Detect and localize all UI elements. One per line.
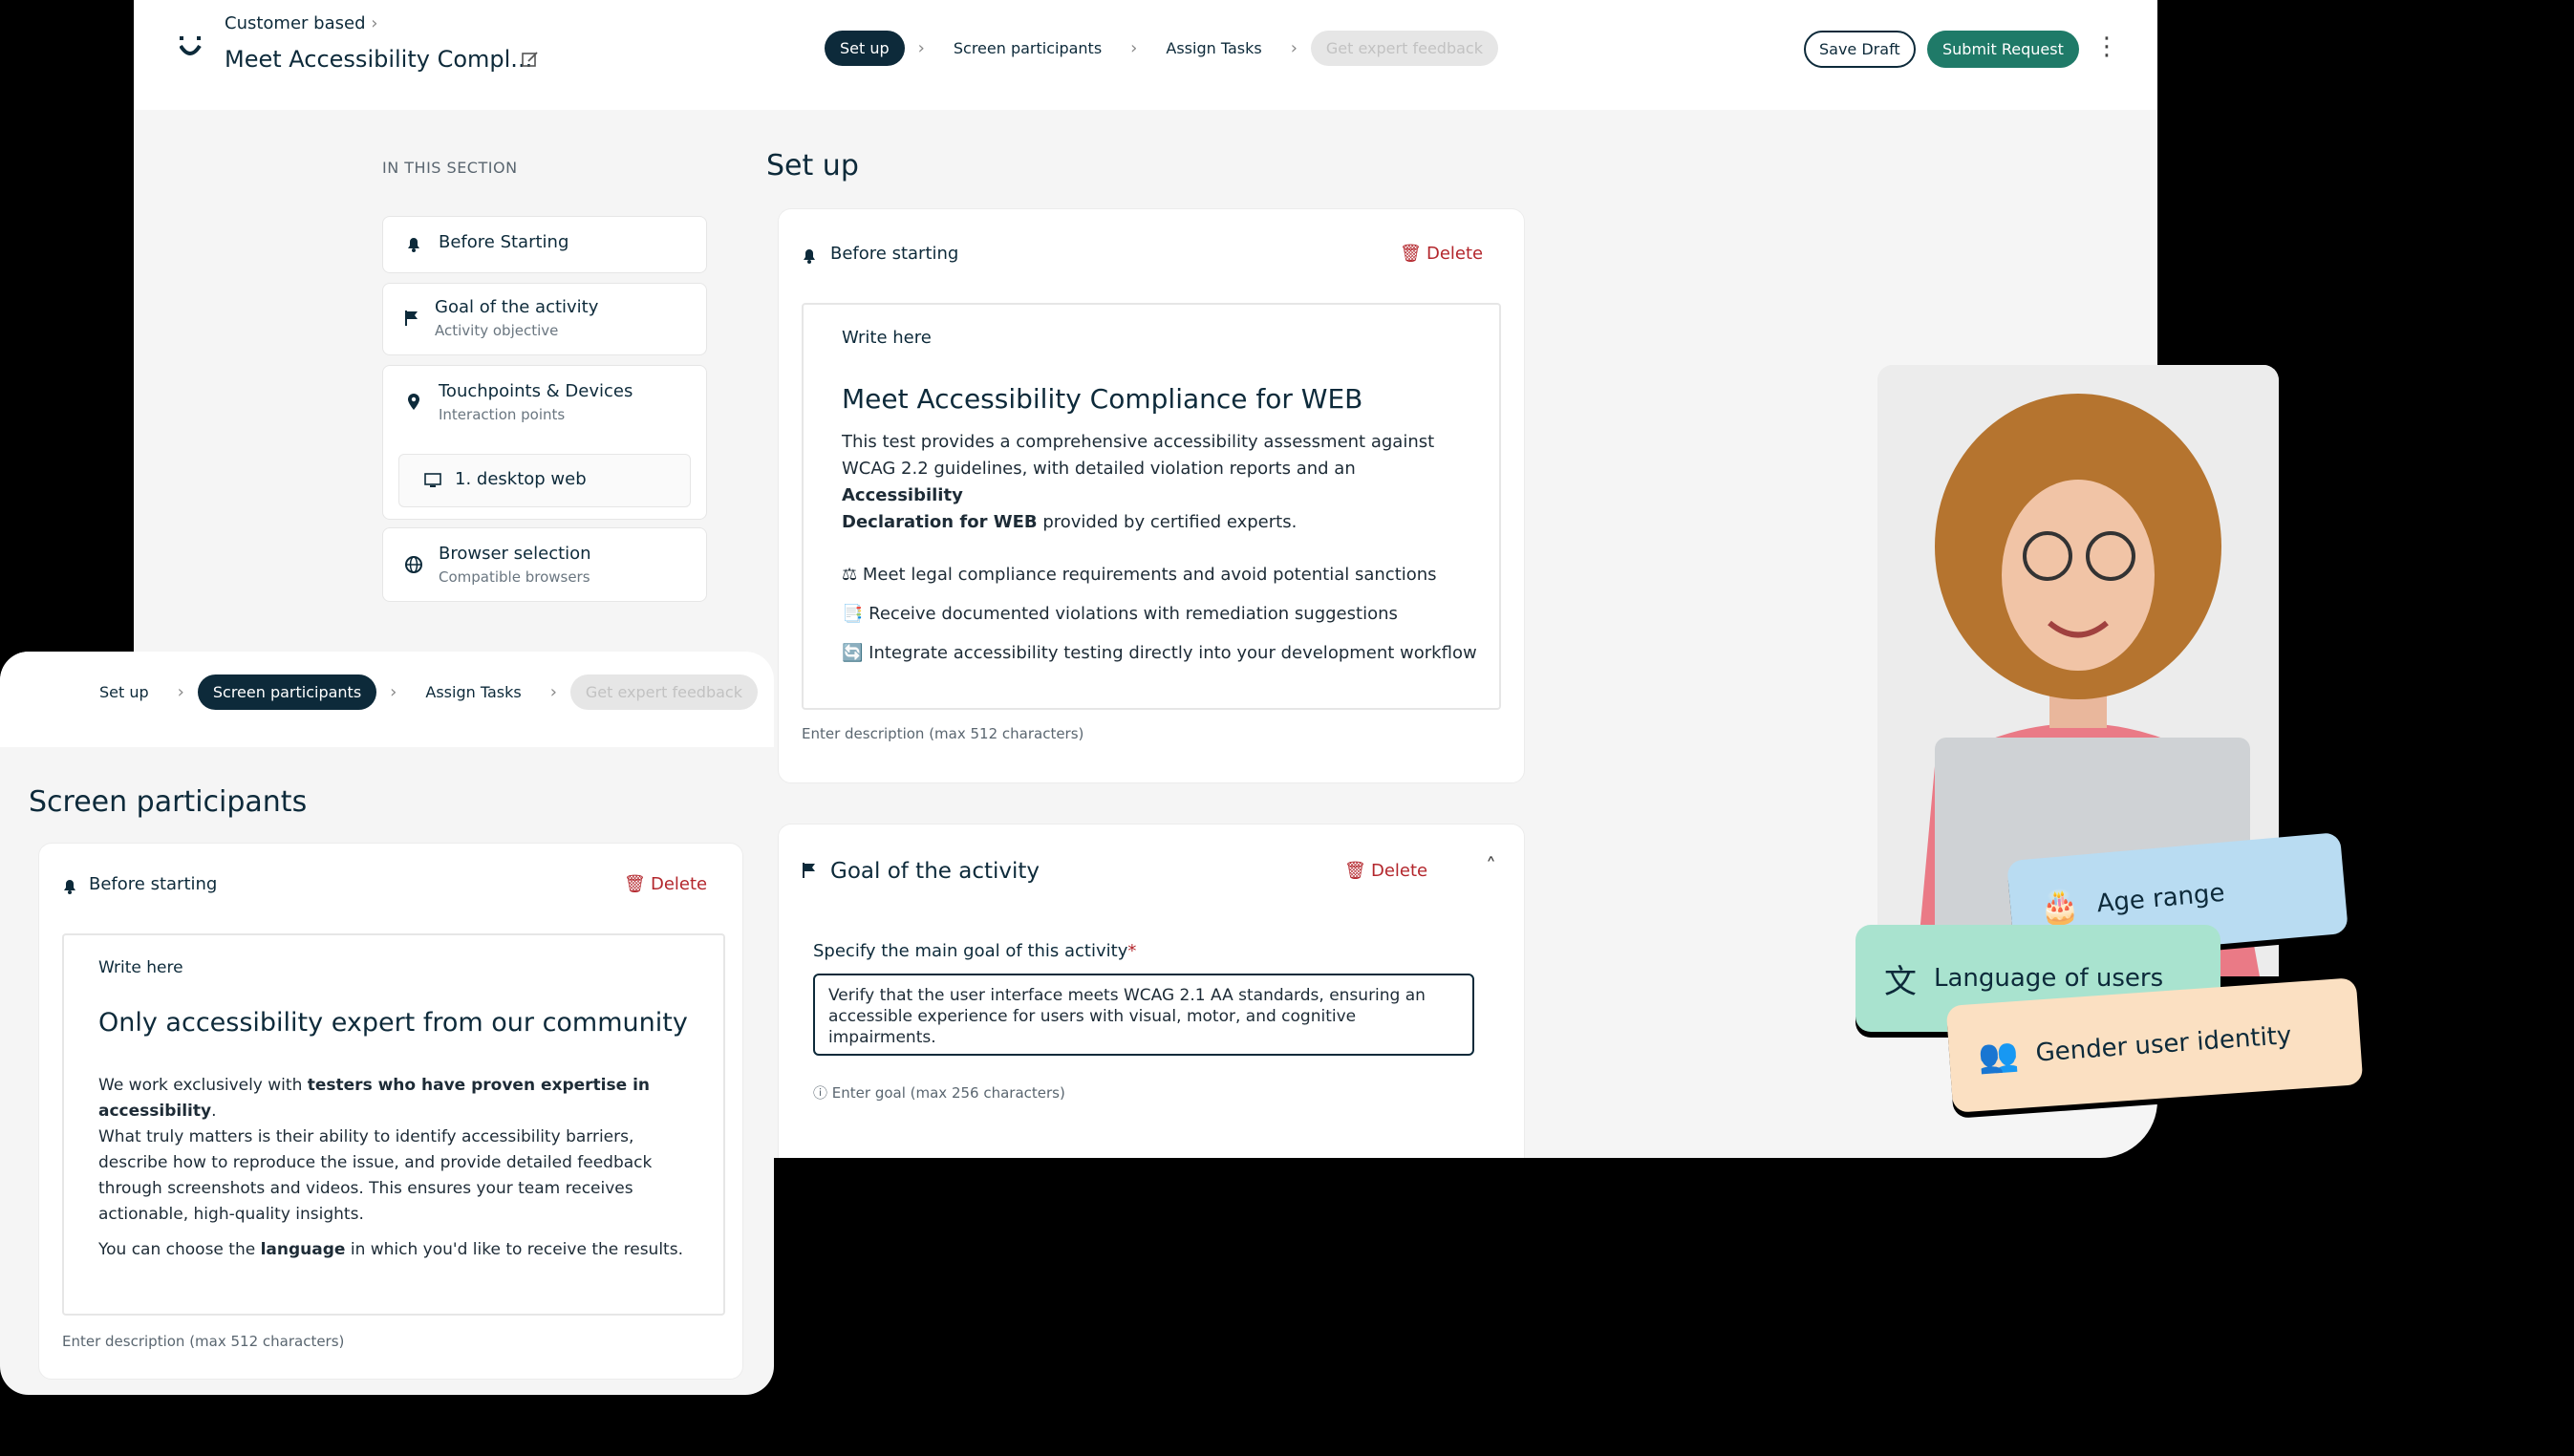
translate-icon: 文 [1884, 962, 1917, 1001]
nav-item-before-starting[interactable]: Before Starting [382, 216, 707, 273]
edit-icon[interactable] [521, 50, 540, 69]
section-heading: Screen participants [29, 785, 308, 819]
list-item: ⚖ Meet legal compliance requirements and… [842, 565, 1437, 585]
bell-icon [408, 238, 419, 252]
nav-subitem-desktop-web[interactable]: 1. desktop web [398, 454, 691, 507]
delete-button[interactable]: 🗑 Delete [1344, 861, 1427, 881]
bell-icon [804, 249, 815, 264]
flag-icon [405, 310, 418, 326]
page-title: Meet Accessibility Compl... [225, 46, 533, 73]
goal-textarea[interactable]: Verify that the user interface meets WCA… [813, 974, 1474, 1056]
goal-card: Goal of the activity 🗑 Delete ˄ Specify … [778, 824, 1525, 1158]
section-heading: Set up [766, 149, 859, 182]
memo-icon: 📑 [842, 604, 864, 624]
people-icon: 👥 [1977, 1035, 2021, 1077]
step-set-up[interactable]: Set up [84, 674, 164, 710]
more-options-icon[interactable]: ⋮ [2094, 32, 2119, 61]
breadcrumb[interactable]: Customer based › [225, 13, 377, 33]
trash-icon: 🗑 [1344, 861, 1366, 881]
globe-icon [405, 556, 422, 573]
section-nav-title: IN THIS SECTION [382, 159, 518, 177]
delete-button[interactable]: 🗑 Delete [1400, 244, 1483, 264]
refresh-icon: 🔄 [842, 643, 864, 663]
scale-icon: ⚖ [842, 565, 858, 585]
chevron-right-icon: › [177, 682, 184, 702]
editor-paragraph: We work exclusively with testers who hav… [98, 1076, 683, 1259]
rich-text-editor[interactable]: Write here Only accessibility expert fro… [62, 933, 725, 1316]
top-bar: Customer based › Meet Accessibility Comp… [134, 0, 2157, 110]
editor-paragraph: This test provides a comprehensive acces… [842, 432, 1435, 532]
description-hint: Enter description (max 512 characters) [62, 1333, 345, 1350]
chevron-right-icon: › [549, 682, 557, 702]
step-screen-participants[interactable]: Screen participants [197, 674, 377, 710]
delete-button[interactable]: 🗑 Delete [624, 874, 707, 894]
card-label: Goal of the activity [830, 859, 1040, 884]
editor-title: Meet Accessibility Compliance for WEB [842, 383, 1363, 415]
trash-icon: 🗑 [624, 874, 646, 894]
card-label: Before starting [830, 244, 959, 264]
chevron-right-icon: › [1290, 38, 1298, 58]
info-icon: ⓘ [813, 1084, 828, 1102]
overlay-stepper: Set up › Screen participants › Assign Ta… [84, 674, 758, 710]
chevron-up-icon[interactable]: ˄ [1486, 855, 1496, 879]
stepper: Set up › Screen participants › Assign Ta… [825, 31, 1498, 66]
goal-hint: ⓘ Enter goal (max 256 characters) [813, 1084, 1065, 1102]
chevron-right-icon: › [390, 682, 397, 702]
step-set-up[interactable]: Set up [825, 31, 905, 66]
nav-item-goal[interactable]: Goal of the activity Activity objective [382, 283, 707, 355]
nav-item-touchpoints[interactable]: Touchpoints & Devices Interaction points… [382, 365, 707, 520]
step-assign-tasks[interactable]: Assign Tasks [410, 674, 536, 710]
editor-bullets: ⚖ Meet legal compliance requirements and… [842, 555, 1491, 673]
bell-icon [64, 880, 75, 894]
rich-text-editor[interactable]: Write here Meet Accessibility Compliance… [802, 303, 1501, 710]
nav-item-browser-selection[interactable]: Browser selection Compatible browsers [382, 527, 707, 602]
chevron-right-icon: › [917, 38, 925, 58]
list-item: 📑 Receive documented violations with rem… [842, 604, 1398, 624]
location-pin-icon [408, 394, 419, 410]
flag-icon [803, 863, 815, 878]
overlay-window: Set up › Screen participants › Assign Ta… [0, 652, 774, 1395]
step-get-expert-feedback: Get expert feedback [1310, 31, 1498, 66]
monitor-icon [424, 473, 441, 487]
app-logo-icon [180, 36, 202, 55]
description-hint: Enter description (max 512 characters) [802, 725, 1084, 742]
editor-title: Only accessibility expert from our commu… [98, 1008, 688, 1038]
chevron-right-icon: › [1130, 38, 1138, 58]
submit-request-button[interactable]: Submit Request [1927, 31, 2079, 68]
step-assign-tasks[interactable]: Assign Tasks [1150, 31, 1276, 66]
participants-card: Before starting 🗑 Delete Write here Only… [38, 843, 743, 1380]
trash-icon: 🗑 [1400, 244, 1422, 264]
step-get-expert-feedback: Get expert feedback [569, 674, 758, 710]
step-screen-participants[interactable]: Screen participants [938, 31, 1117, 66]
list-item: 🔄 Integrate accessibility testing direct… [842, 643, 1477, 663]
cake-icon: 🎂 [2037, 887, 2082, 929]
before-starting-card: Before starting 🗑 Delete Write here Meet… [778, 208, 1525, 783]
save-draft-button[interactable]: Save Draft [1804, 31, 1916, 68]
goal-field-label: Specify the main goal of this activity* [813, 941, 1137, 961]
